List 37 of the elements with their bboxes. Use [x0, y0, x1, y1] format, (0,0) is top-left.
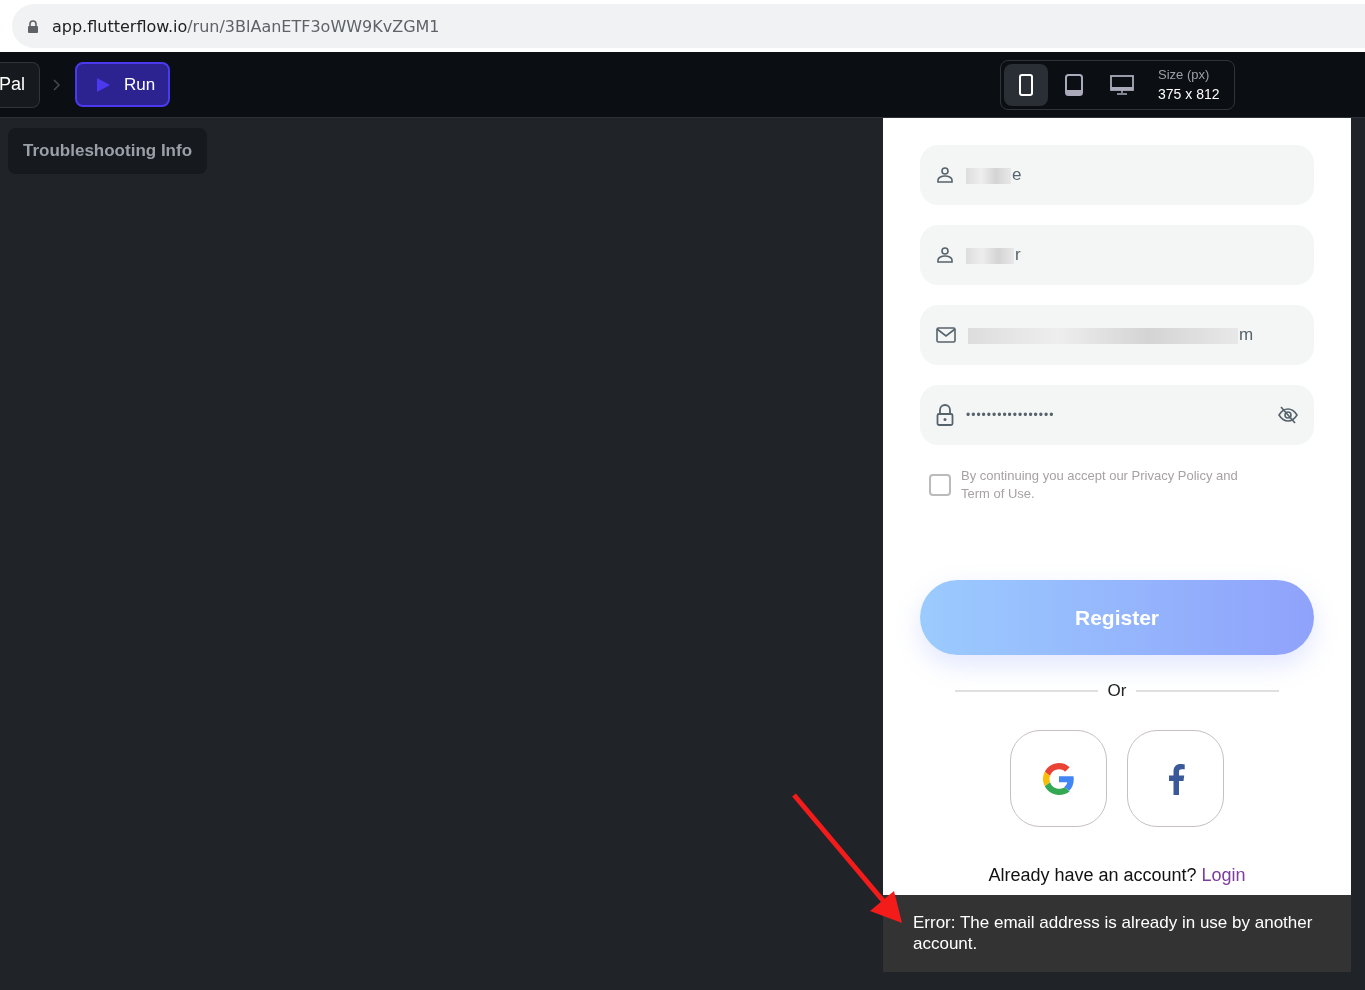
person-icon [936, 166, 954, 184]
phone-icon [1019, 73, 1033, 96]
url-text: app.flutterflow.io/run/3BlAanETF3oWW9KvZGM1 [52, 16, 440, 36]
breadcrumb-item[interactable]: Pal [0, 61, 40, 108]
social-login-button[interactable] [1127, 730, 1224, 827]
input-field[interactable]: e [920, 145, 1314, 205]
lock-icon [936, 404, 954, 426]
eye-off-icon[interactable] [1278, 406, 1298, 424]
address-bar[interactable]: app.flutterflow.io/run/3BlAanETF3oWW9KvZGM1 [12, 4, 1365, 48]
facebook-icon [1166, 762, 1185, 795]
terms-text: By continuing you accept our Privacy Policy and Term of Use. [961, 467, 1239, 503]
field-value: r [1015, 245, 1021, 264]
input-field[interactable]: ••••••••••••••••• [920, 385, 1314, 445]
error-snackbar: Error: The email address is already in use by another account. [883, 895, 1351, 972]
size-label: Size (px) [1158, 67, 1211, 82]
monitor-icon [1110, 74, 1134, 95]
person-icon [936, 246, 954, 264]
chevron-right-icon [53, 78, 61, 91]
size-value: 375 x 812 [1158, 86, 1220, 102]
mail-icon [936, 327, 956, 343]
troubleshooting-button[interactable]: Troubleshooting Info [8, 128, 208, 174]
login-link[interactable]: Login [1201, 865, 1246, 885]
field-value: e [1012, 165, 1022, 184]
input-field[interactable]: m [920, 305, 1314, 365]
field-value: m [1239, 325, 1254, 344]
social-login-button[interactable] [1010, 730, 1107, 827]
tablet-icon [1065, 73, 1083, 96]
run-button[interactable]: Run [75, 62, 170, 107]
divider-label: Or [1107, 681, 1127, 701]
play-icon [97, 77, 110, 92]
terms-checkbox[interactable] [929, 474, 951, 496]
field-value: ••••••••••••••••• [966, 408, 1055, 422]
lock-icon [28, 19, 38, 33]
google-icon [1042, 762, 1075, 795]
device-button[interactable] [1004, 63, 1048, 106]
login-prompt: Already have an account? [988, 865, 1197, 885]
input-field[interactable]: r [920, 225, 1314, 285]
